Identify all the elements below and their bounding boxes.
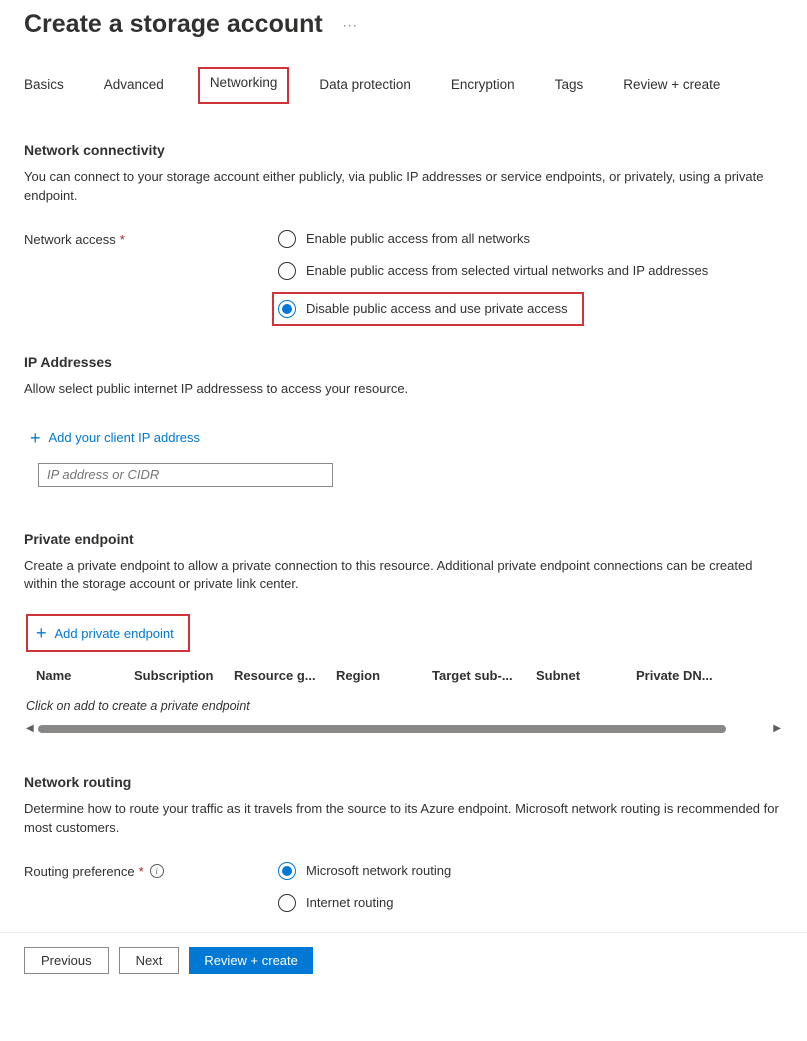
scroll-track-rest bbox=[730, 725, 770, 733]
plus-icon: + bbox=[36, 624, 47, 642]
horizontal-scrollbar[interactable]: ◀ ▶ bbox=[24, 723, 783, 734]
plus-icon: + bbox=[30, 429, 41, 447]
radio-circle-icon bbox=[278, 230, 296, 248]
tab-tags[interactable]: Tags bbox=[555, 67, 584, 104]
more-actions-icon[interactable]: ··· bbox=[343, 18, 358, 32]
scroll-thumb[interactable] bbox=[38, 725, 726, 733]
radio-dot-icon bbox=[282, 866, 292, 876]
info-icon[interactable]: i bbox=[150, 864, 164, 878]
radio-private-access[interactable]: Disable public access and use private ac… bbox=[272, 292, 584, 326]
radio-circle-selected-icon bbox=[278, 862, 296, 880]
radio-internet-routing-label: Internet routing bbox=[306, 895, 393, 910]
radio-circle-selected-icon bbox=[278, 300, 296, 318]
tab-data-protection[interactable]: Data protection bbox=[319, 67, 411, 104]
section-private-endpoint-desc: Create a private endpoint to allow a pri… bbox=[24, 557, 783, 595]
tab-encryption[interactable]: Encryption bbox=[451, 67, 515, 104]
ip-cidr-input[interactable] bbox=[38, 463, 333, 487]
radio-circle-icon bbox=[278, 894, 296, 912]
radio-microsoft-routing-label: Microsoft network routing bbox=[306, 863, 451, 878]
previous-button[interactable]: Previous bbox=[24, 947, 109, 974]
section-network-connectivity-desc: You can connect to your storage account … bbox=[24, 168, 783, 206]
wizard-footer: Previous Next Review + create bbox=[0, 932, 807, 988]
col-region[interactable]: Region bbox=[336, 668, 432, 683]
col-name[interactable]: Name bbox=[36, 668, 134, 683]
tab-basics[interactable]: Basics bbox=[24, 67, 64, 104]
col-resource-group[interactable]: Resource g... bbox=[234, 668, 336, 683]
next-button[interactable]: Next bbox=[119, 947, 180, 974]
scroll-left-icon[interactable]: ◀ bbox=[26, 723, 34, 734]
private-endpoint-table-header: Name Subscription Resource g... Region T… bbox=[24, 652, 783, 695]
section-ip-addresses-title: IP Addresses bbox=[24, 354, 783, 370]
review-create-button[interactable]: Review + create bbox=[189, 947, 313, 974]
radio-public-selected-label: Enable public access from selected virtu… bbox=[306, 263, 708, 278]
add-private-endpoint-button[interactable]: + Add private endpoint bbox=[26, 614, 190, 652]
col-private-dns[interactable]: Private DN... bbox=[636, 668, 736, 683]
section-network-routing-title: Network routing bbox=[24, 774, 783, 790]
radio-microsoft-routing[interactable]: Microsoft network routing bbox=[278, 862, 783, 880]
routing-preference-radio-group: Microsoft network routing Internet routi… bbox=[278, 862, 783, 912]
col-subnet[interactable]: Subnet bbox=[536, 668, 636, 683]
add-client-ip-label: Add your client IP address bbox=[49, 430, 201, 445]
required-icon: * bbox=[139, 864, 144, 879]
add-client-ip-button[interactable]: + Add your client IP address bbox=[30, 421, 200, 455]
radio-internet-routing[interactable]: Internet routing bbox=[278, 894, 783, 912]
add-private-endpoint-label: Add private endpoint bbox=[55, 626, 174, 641]
page-title: Create a storage account bbox=[24, 10, 323, 39]
radio-public-selected[interactable]: Enable public access from selected virtu… bbox=[278, 262, 783, 280]
routing-preference-label: Routing preference * i bbox=[24, 862, 278, 879]
tab-advanced[interactable]: Advanced bbox=[104, 67, 164, 104]
tab-networking[interactable]: Networking bbox=[198, 67, 290, 104]
network-access-radio-group: Enable public access from all networks E… bbox=[278, 230, 783, 324]
radio-circle-icon bbox=[278, 262, 296, 280]
radio-private-label: Disable public access and use private ac… bbox=[306, 301, 568, 316]
section-private-endpoint-title: Private endpoint bbox=[24, 531, 783, 547]
required-icon: * bbox=[120, 232, 125, 247]
radio-public-all[interactable]: Enable public access from all networks bbox=[278, 230, 783, 248]
network-access-label: Network access * bbox=[24, 230, 278, 247]
routing-preference-label-text: Routing preference bbox=[24, 864, 135, 879]
radio-public-all-label: Enable public access from all networks bbox=[306, 231, 530, 246]
col-target-subresource[interactable]: Target sub-... bbox=[432, 668, 536, 683]
tab-review-create[interactable]: Review + create bbox=[623, 67, 720, 104]
section-network-connectivity-title: Network connectivity bbox=[24, 142, 783, 158]
section-network-routing-desc: Determine how to route your traffic as i… bbox=[24, 800, 783, 838]
section-ip-addresses-desc: Allow select public internet IP addresse… bbox=[24, 380, 783, 399]
private-endpoint-empty-text: Click on add to create a private endpoin… bbox=[24, 695, 783, 717]
radio-dot-icon bbox=[282, 304, 292, 314]
scroll-right-icon[interactable]: ▶ bbox=[773, 723, 781, 734]
col-subscription[interactable]: Subscription bbox=[134, 668, 234, 683]
network-access-label-text: Network access bbox=[24, 232, 116, 247]
wizard-tabs: Basics Advanced Networking Data protecti… bbox=[0, 47, 807, 104]
